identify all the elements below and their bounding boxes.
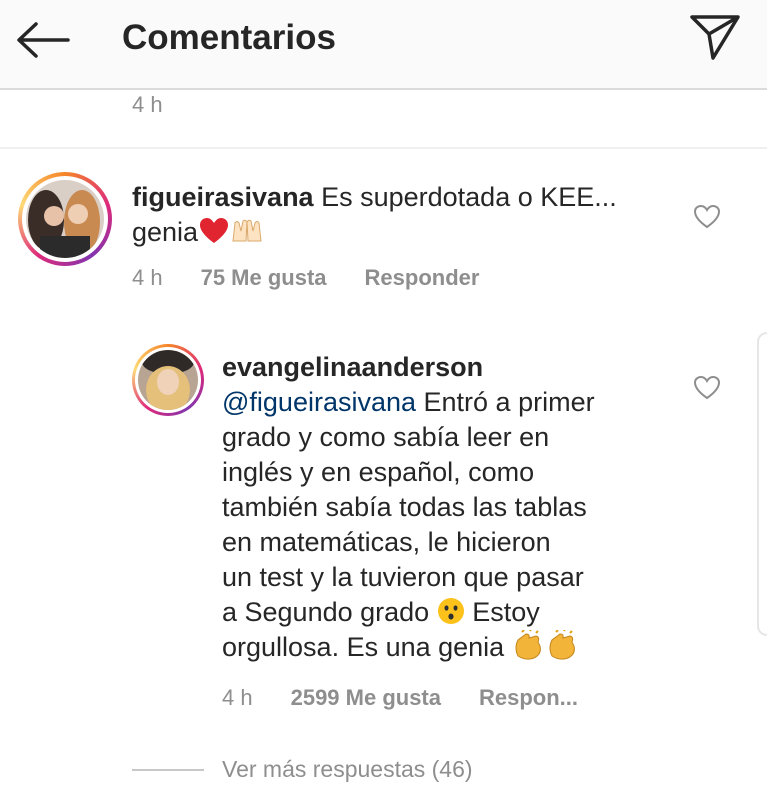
clapping-hands-emoji bbox=[549, 628, 575, 660]
comment-body: Es superdotada o KEE... bbox=[313, 182, 617, 212]
previous-comment-time: 4 h bbox=[132, 92, 163, 117]
top-bar: Comentarios bbox=[0, 0, 767, 90]
avatar[interactable] bbox=[18, 172, 112, 266]
red-heart-emoji bbox=[200, 218, 229, 243]
comment-line: grado y como sabía leer en bbox=[222, 422, 550, 452]
arrow-left-icon[interactable] bbox=[16, 22, 70, 58]
comment-time: 4 h bbox=[222, 685, 253, 710]
paper-plane-icon[interactable] bbox=[688, 12, 742, 62]
comment-text: evangelinaanderson @figueirasivana Entró… bbox=[222, 350, 692, 665]
comment-line: orgullosa. Es una genia bbox=[222, 632, 505, 662]
raising-hands-emoji bbox=[232, 219, 262, 242]
comment-body: Entró a primer bbox=[416, 387, 595, 417]
comment-body-line: genia bbox=[132, 217, 199, 247]
clapping-hands-emoji bbox=[515, 628, 541, 660]
comment-text: figueirasivana Es superdotada o KEE... g… bbox=[132, 180, 617, 250]
comment-meta: 4 h 75 Me gusta Responder bbox=[132, 265, 517, 291]
heart-outline-icon[interactable] bbox=[693, 204, 721, 230]
reply-button[interactable]: Responder bbox=[365, 265, 480, 290]
likes-count[interactable]: 75 Me gusta bbox=[201, 265, 327, 290]
comment-meta: 4 h 2599 Me gusta Respon... bbox=[222, 685, 616, 711]
likes-count[interactable]: 2599 Me gusta bbox=[291, 685, 441, 710]
avatar[interactable] bbox=[132, 344, 204, 416]
comment-line: inglés y en español, como bbox=[222, 457, 535, 487]
avatar-photo bbox=[26, 180, 104, 258]
page-title: Comentarios bbox=[122, 18, 336, 57]
divider-line bbox=[132, 769, 204, 771]
comment-line: también sabía todas las tablas bbox=[222, 492, 587, 522]
view-more-replies-button[interactable]: Ver más respuestas (46) bbox=[222, 756, 473, 783]
heart-outline-icon[interactable] bbox=[693, 375, 721, 401]
reply-button[interactable]: Respon... bbox=[479, 685, 578, 710]
comment-username[interactable]: evangelinaanderson bbox=[222, 352, 483, 382]
comment-time: 4 h bbox=[132, 265, 163, 290]
comment-username[interactable]: figueirasivana bbox=[132, 182, 314, 212]
divider bbox=[0, 147, 767, 149]
hushed-face-emoji bbox=[437, 598, 464, 624]
comment-line: Estoy bbox=[464, 597, 540, 627]
scrollbar[interactable] bbox=[757, 332, 767, 636]
comment-line: en matemáticas, le hicieron bbox=[222, 527, 551, 557]
comment-line: a Segundo grado bbox=[222, 597, 430, 627]
mention-link[interactable]: @figueirasivana bbox=[222, 387, 416, 417]
avatar-photo bbox=[138, 350, 198, 410]
comment-line: un test y la tuvieron que pasar bbox=[222, 562, 584, 592]
